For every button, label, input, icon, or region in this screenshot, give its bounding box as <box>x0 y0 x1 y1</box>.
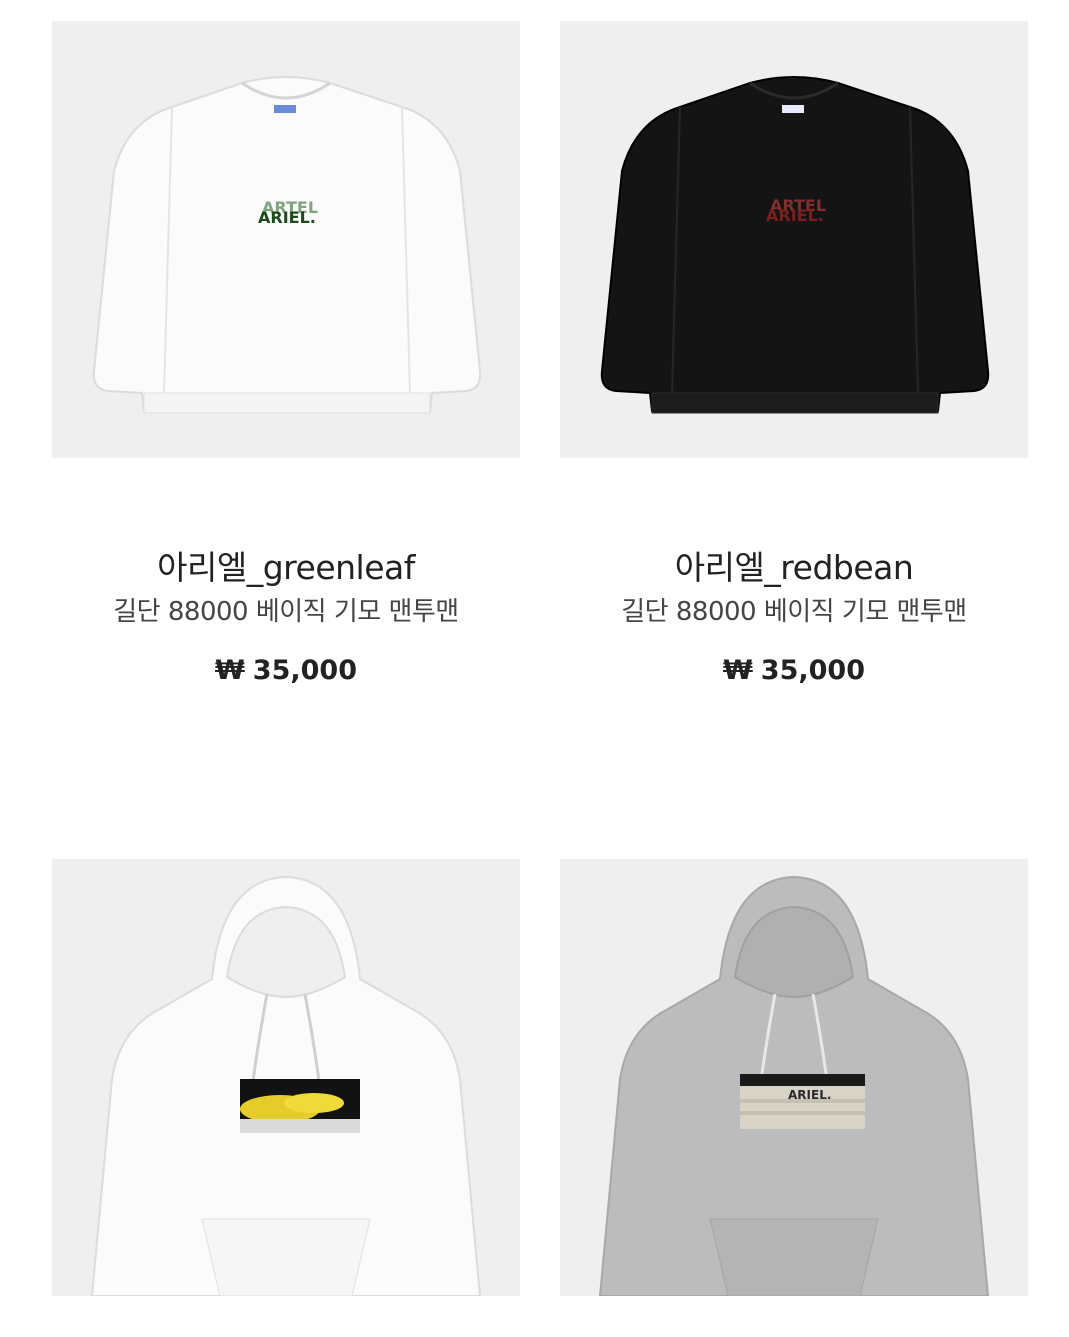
product-price: ₩35,000 <box>52 655 520 686</box>
product-name[interactable]: 아리엘_redbean <box>560 541 1028 589</box>
print-logo: ARIEL. <box>258 208 316 227</box>
white-hoodie-image <box>90 875 482 1296</box>
product-card-redbean[interactable]: ARTEL ARIEL. 아리엘_redbean 길단 88000 베이직 기모… <box>560 21 1028 686</box>
currency-symbol: ₩ <box>215 655 245 686</box>
product-price: ₩35,000 <box>560 655 1028 686</box>
product-description: 길단 88000 베이직 기모 맨투맨 <box>621 597 967 627</box>
white-sweatshirt-image: ARTEL ARIEL. <box>92 76 482 414</box>
price-value: 35,000 <box>760 655 865 686</box>
product-name[interactable]: 아리엘_greenleaf <box>52 541 520 589</box>
grey-hoodie-image: ARIEL. <box>598 875 990 1296</box>
product-image[interactable]: ARIEL. <box>560 859 1028 1296</box>
product-card-greenleaf[interactable]: ARTEL ARIEL. 아리엘_greenleaf 길단 88000 베이직 … <box>52 21 520 686</box>
price-value: 35,000 <box>252 655 357 686</box>
product-card-white-hoodie[interactable] <box>52 859 520 1296</box>
product-image[interactable]: ARTEL ARIEL. <box>52 21 520 458</box>
product-description: 길단 88000 베이직 기모 맨투맨 <box>113 597 459 627</box>
currency-symbol: ₩ <box>723 655 753 686</box>
product-image[interactable] <box>52 859 520 1296</box>
print-logo: ARIEL. <box>788 1088 831 1102</box>
product-card-grey-hoodie[interactable]: ARIEL. <box>560 859 1028 1296</box>
black-sweatshirt-image: ARTEL ARIEL. <box>600 76 990 414</box>
print-logo: ARIEL. <box>766 206 824 225</box>
product-image[interactable]: ARTEL ARIEL. <box>560 21 1028 458</box>
